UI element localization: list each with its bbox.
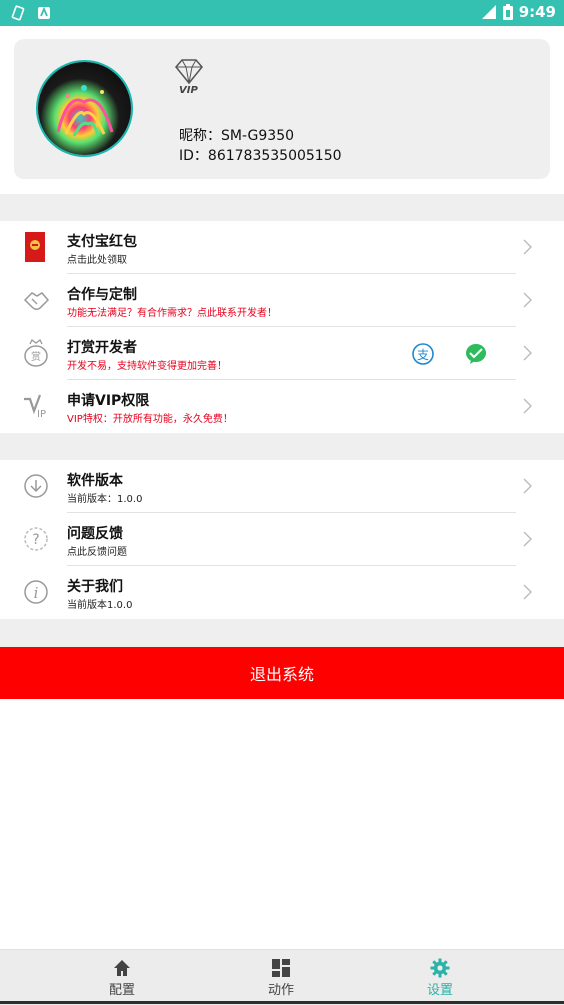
home-icon (114, 959, 130, 976)
dashboard-icon (272, 958, 290, 977)
handshake-icon (23, 292, 50, 311)
row-title: 打赏开发者 (67, 340, 137, 356)
vip-badge: VIP (172, 57, 206, 99)
chevron-right-icon (523, 239, 532, 255)
nav-item-settings[interactable]: 设置 (380, 950, 500, 1005)
signal-icon (481, 5, 496, 19)
row-subtitle: 当前版本：1.0.0 (67, 494, 143, 505)
vip-badge-text: VIP (179, 85, 198, 96)
nav-item-action[interactable]: 动作 (221, 950, 341, 1005)
bottom-nav: 配置 动作 设置 (0, 949, 564, 1005)
row-about-us[interactable]: i 关于我们 当前版本1.0.0 (0, 566, 564, 619)
svg-text:支: 支 (417, 348, 429, 362)
row-subtitle: 点此反馈问题 (67, 547, 127, 558)
avatar[interactable] (38, 62, 131, 155)
row-cooperation[interactable]: 合作与定制 功能无法满足？有合作需求？点此联系开发者！ (0, 274, 564, 327)
profile-id: ID：861783535005150 (179, 148, 342, 164)
row-apply-vip[interactable]: IP 申请VIP权限 VIP特权：开放所有功能，永久免费！ (0, 380, 564, 433)
profile-nickname: 昵称：SM-G9350 (179, 128, 295, 144)
chevron-right-icon (523, 531, 532, 547)
gear-icon (430, 958, 450, 977)
section-gap (0, 619, 564, 647)
menu-group-1: 支付宝红包 点击此处领取 合作与定制 功能无法满足？有合作需求？点此联系开发者！… (0, 221, 564, 433)
red-envelope-icon (25, 232, 45, 262)
row-subtitle: 当前版本1.0.0 (67, 600, 133, 611)
alipay-icon[interactable]: 支 (412, 343, 434, 365)
profile-card[interactable]: VIP 昵称：SM-G9350 ID：861783535005150 (14, 39, 550, 179)
nav-label: 配置 (108, 982, 135, 998)
chevron-right-icon (523, 292, 532, 308)
status-time: 9:49 (518, 3, 556, 21)
download-icon (24, 474, 48, 498)
section-gap (0, 433, 564, 460)
profile-section: VIP 昵称：SM-G9350 ID：861783535005150 (0, 26, 564, 194)
menu-group-2: 软件版本 当前版本：1.0.0 ? 问题反馈 点此反馈问题 i 关于我们 当前版… (0, 460, 564, 619)
rotate-icon (11, 5, 25, 21)
svg-text:?: ? (32, 532, 39, 548)
row-title: 申请VIP权限 (67, 393, 150, 409)
battery-icon (502, 4, 513, 20)
row-reward-developer[interactable]: 赏 打赏开发者 开发不易，支持软件变得更加完善！ 支 (0, 327, 564, 380)
chevron-right-icon (523, 478, 532, 494)
info-icon: i (24, 580, 48, 604)
avatar-splash-icon (56, 85, 114, 137)
row-subtitle: 开发不易，支持软件变得更加完善！ (67, 361, 227, 372)
app-notification-icon (38, 6, 50, 19)
nav-item-config[interactable]: 配置 (62, 950, 182, 1005)
row-feedback[interactable]: ? 问题反馈 点此反馈问题 (0, 513, 564, 566)
svg-text:赏: 赏 (31, 351, 41, 363)
nav-label: 动作 (267, 982, 294, 998)
svg-text:IP: IP (37, 409, 46, 420)
vip-icon: IP (24, 394, 46, 420)
row-alipay-redpacket[interactable]: 支付宝红包 点击此处领取 (0, 221, 564, 274)
wechat-pay-icon[interactable] (465, 343, 487, 365)
row-title: 合作与定制 (67, 287, 137, 303)
nav-label: 设置 (426, 982, 453, 998)
row-title: 问题反馈 (67, 526, 123, 542)
row-subtitle: 功能无法满足？有合作需求？点此联系开发者！ (67, 308, 277, 319)
status-left (10, 5, 52, 21)
chevron-right-icon (523, 398, 532, 414)
status-right: 9:49 (481, 3, 556, 21)
chevron-right-icon (523, 584, 532, 600)
reward-icon: 赏 (24, 339, 48, 367)
status-bar: 9:49 (0, 0, 564, 26)
row-subtitle: 点击此处领取 (67, 255, 127, 266)
row-title: 支付宝红包 (67, 234, 137, 250)
section-gap (0, 194, 564, 221)
row-software-version[interactable]: 软件版本 当前版本：1.0.0 (0, 460, 564, 513)
logout-button[interactable]: 退出系统 (0, 647, 564, 699)
chevron-right-icon (523, 345, 532, 361)
row-subtitle: VIP特权：开放所有功能，永久免费！ (67, 414, 233, 425)
svg-text:i: i (34, 584, 39, 602)
row-title: 关于我们 (67, 579, 123, 595)
question-icon: ? (24, 527, 48, 551)
row-title: 软件版本 (67, 473, 123, 489)
